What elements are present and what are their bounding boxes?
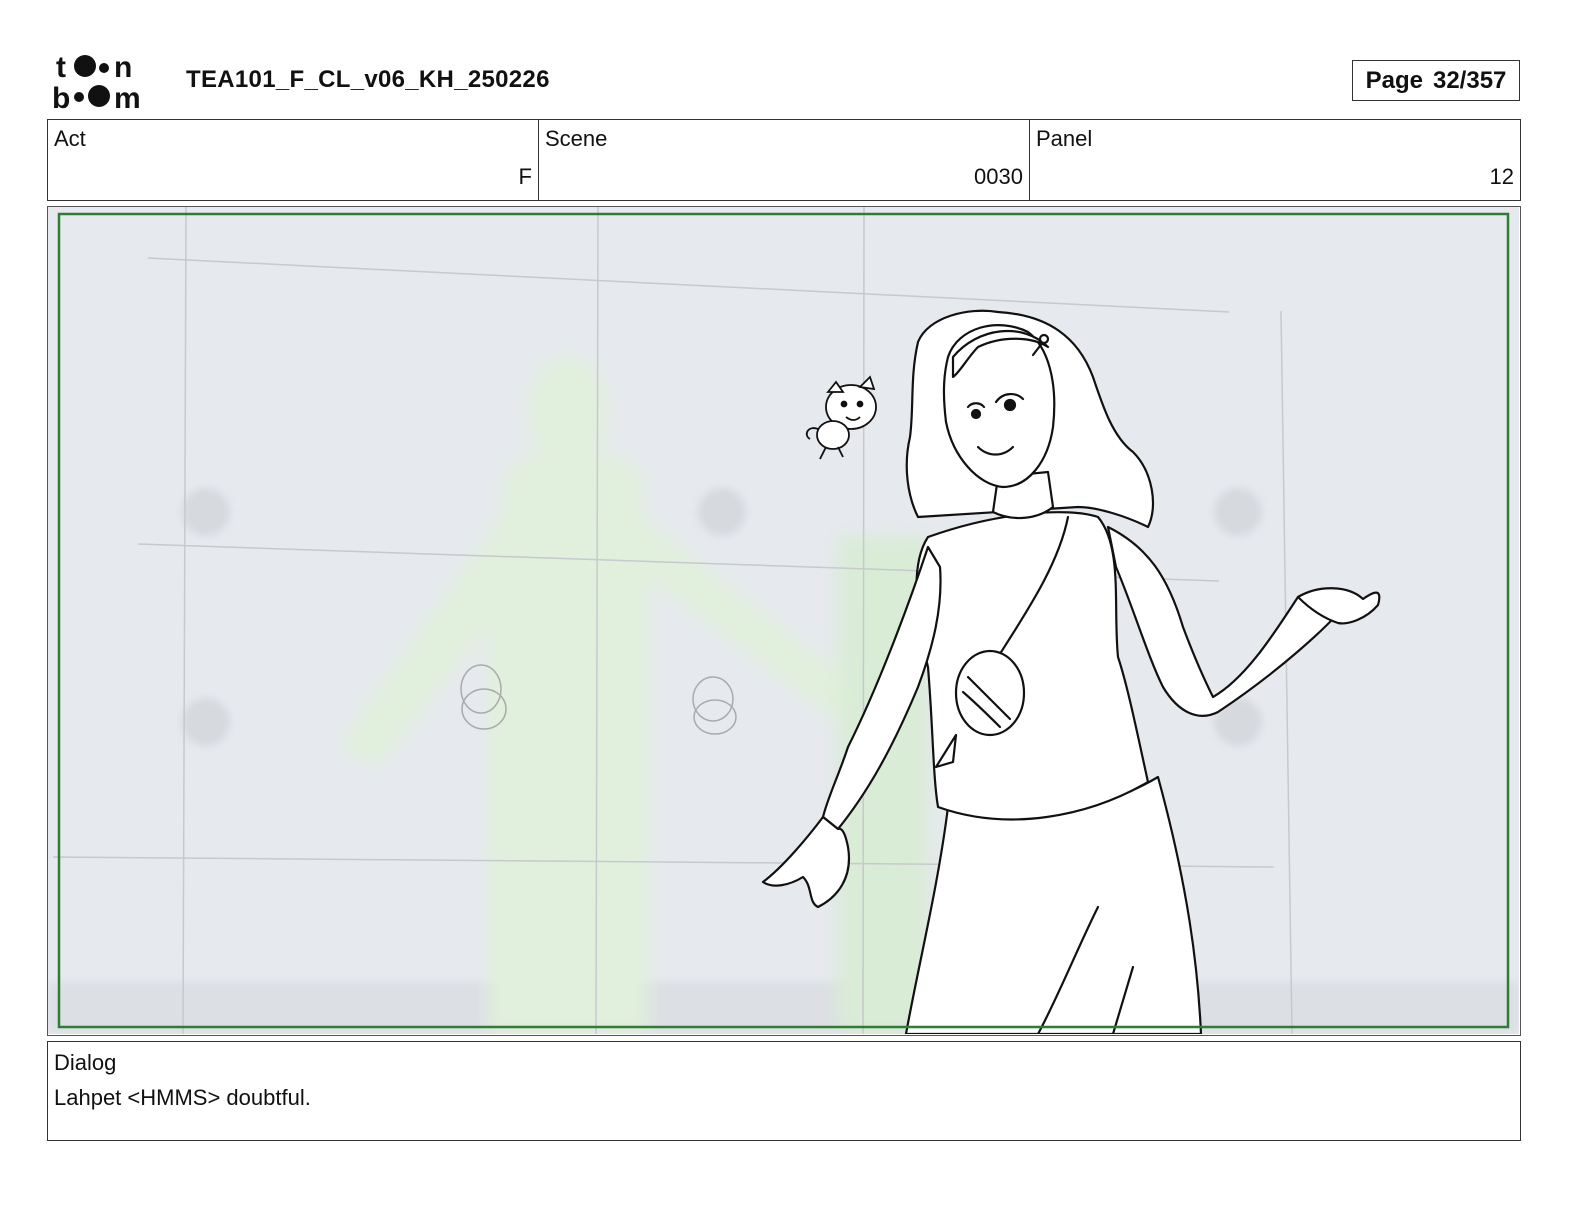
- act-cell: Act F: [48, 120, 539, 200]
- panel-drawing: [48, 207, 1519, 1034]
- svg-text:t: t: [56, 51, 66, 84]
- scene-value: 0030: [974, 164, 1023, 189]
- svg-text:m: m: [114, 82, 141, 112]
- dialog-label: Dialog: [54, 1050, 117, 1075]
- act-value: F: [518, 164, 532, 189]
- storyboard-panel: [47, 206, 1521, 1036]
- dialog-text: Lahpet <HMMS> doubtful.: [54, 1085, 311, 1110]
- page-number: 32/357: [1432, 66, 1507, 94]
- svg-text:b: b: [52, 82, 70, 112]
- dialog-box: Dialog Lahpet <HMMS> doubtful.: [47, 1041, 1521, 1141]
- toon-boom-logo: t n b m: [52, 50, 164, 115]
- act-label: Act: [54, 126, 86, 151]
- panel-cell: Panel 12: [1030, 120, 1520, 200]
- svg-text:n: n: [114, 51, 132, 84]
- scene-cell: Scene 0030: [539, 120, 1030, 200]
- page-label: Page: [1365, 66, 1423, 94]
- document-title: TEA101_F_CL_v06_KH_250226: [186, 66, 550, 93]
- panel-value: 12: [1489, 164, 1514, 189]
- shot-info-row: Act F Scene 0030 Panel 12: [47, 119, 1521, 201]
- scene-label: Scene: [545, 126, 608, 151]
- panel-label: Panel: [1036, 126, 1093, 151]
- page-indicator: Page 32/357: [1352, 60, 1520, 101]
